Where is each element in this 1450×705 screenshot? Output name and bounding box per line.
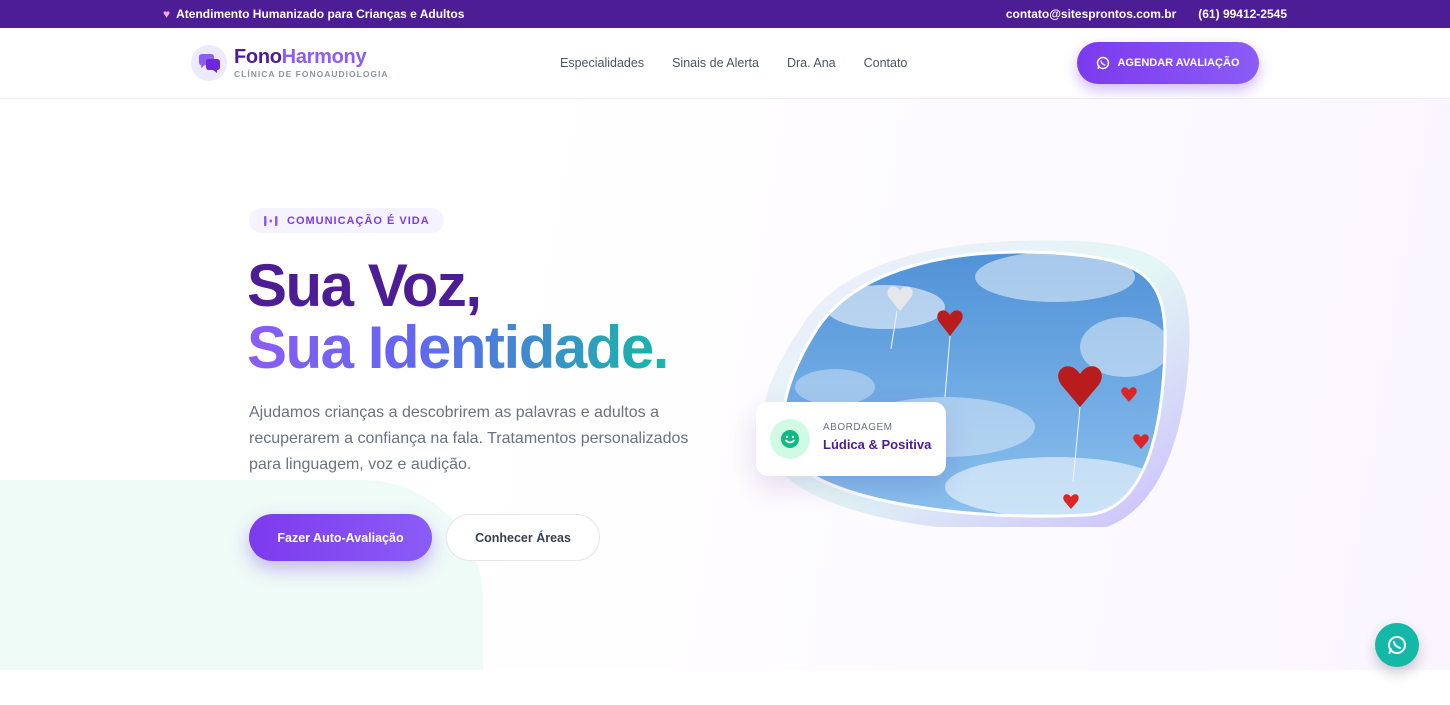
heart-icon: ♥ [163,7,171,21]
explore-areas-button[interactable]: Conhecer Áreas [446,514,600,561]
schedule-evaluation-button[interactable]: AGENDAR AVALIAÇÃO [1077,42,1259,84]
top-bar: ♥ Atendimento Humanizado para Crianças e… [0,0,1450,28]
top-bar-tagline: Atendimento Humanizado para Crianças e A… [176,7,465,21]
nav-item-contato[interactable]: Contato [864,56,908,70]
whatsapp-icon [1097,56,1110,70]
nav-menu: Especialidades Sinais de Alerta Dra. Ana… [560,56,907,70]
approach-badge-card: ABORDAGEM Lúdica & Positiva [756,402,946,476]
floating-whatsapp-button[interactable] [1375,623,1419,667]
hero-title-line1: Sua Voz, [247,252,482,319]
schedule-evaluation-label: AGENDAR AVALIAÇÃO [1117,57,1240,69]
hero-tag-pill: COMUNICAÇÃO É VIDA [249,208,444,233]
nav-item-sinais-de-alerta[interactable]: Sinais de Alerta [672,56,759,70]
top-bar-contacts: contato@sitesprontos.com.br (61) 99412-2… [1006,7,1287,21]
self-assessment-button[interactable]: Fazer Auto-Avaliação [249,514,432,561]
brand-name-part1: Fono [234,46,282,68]
hero-balloons-image [762,240,1190,527]
main-navbar: FonoHarmony CLÍNICA DE FONOAUDIOLOGIA Es… [0,28,1450,99]
top-bar-email-link[interactable]: contato@sitesprontos.com.br [1006,7,1176,21]
top-bar-tagline-group: ♥ Atendimento Humanizado para Crianças e… [163,7,464,21]
brand-subtitle: CLÍNICA DE FONOAUDIOLOGIA [234,69,389,79]
hero-tag-label: COMUNICAÇÃO É VIDA [287,214,430,227]
whatsapp-icon [1388,636,1406,654]
voice-wave-icon [264,215,278,226]
nav-item-dra-ana[interactable]: Dra. Ana [787,56,836,70]
brand-name-part2: Harmony [281,46,367,68]
nav-item-especialidades[interactable]: Especialidades [560,56,644,70]
hero-section: COMUNICAÇÃO É VIDA Sua Voz, Sua Identida… [0,99,1450,670]
hero-title-line2: Sua Identidade. [247,314,669,381]
brand-name[interactable]: FonoHarmony [234,46,367,69]
logo-chat-bubbles-icon[interactable] [191,45,227,81]
decorative-mint-shape [0,480,483,670]
approach-badge-value: Lúdica & Positiva [823,437,932,452]
smile-icon [770,419,810,459]
hero-lead-text: Ajudamos crianças a descobrirem as palav… [249,404,689,473]
top-bar-phone-link[interactable]: (61) 99412-2545 [1198,7,1287,21]
approach-badge-kicker: ABORDAGEM [823,422,893,433]
